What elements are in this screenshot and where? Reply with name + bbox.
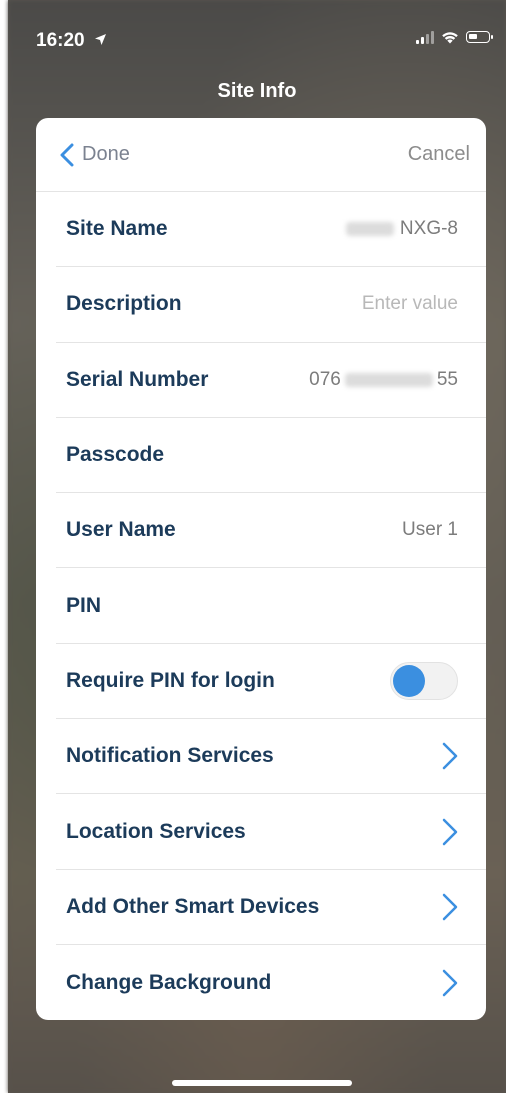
nav-row: Done Cancel [36, 118, 486, 192]
home-indicator[interactable] [172, 1080, 352, 1086]
description-label: Description [66, 292, 182, 316]
notification-services-label: Notification Services [66, 744, 274, 768]
screen-title: Site Info [217, 80, 297, 102]
chevron-right-icon [442, 818, 458, 845]
description-row[interactable]: Description Enter value [56, 267, 486, 343]
done-label: Done [82, 143, 130, 165]
location-services-label: Location Services [66, 819, 246, 843]
status-icons [416, 30, 493, 44]
user-name-label: User Name [66, 518, 176, 542]
site-name-value: NXG-8 [345, 218, 458, 240]
serial-prefix: 076 [309, 368, 341, 390]
battery-icon [466, 31, 493, 43]
status-bar: 16:20 [8, 0, 506, 70]
site-name-suffix: NXG-8 [399, 218, 458, 240]
notification-services-row[interactable]: Notification Services [56, 719, 486, 795]
time-text: 16:20 [36, 30, 85, 51]
pin-label: PIN [66, 593, 102, 617]
chevron-left-icon [60, 143, 74, 166]
require-pin-label: Require PIN for login [66, 668, 275, 692]
serial-number-value: 076 55 [309, 369, 458, 391]
chevron-right-icon [442, 969, 458, 996]
passcode-row[interactable]: Passcode [56, 418, 486, 494]
serial-number-row[interactable]: Serial Number 076 55 [56, 343, 486, 418]
add-other-smart-devices-label: Add Other Smart Devices [66, 894, 320, 918]
toggle-knob [393, 664, 425, 697]
change-background-row[interactable]: Change Background [56, 945, 486, 1020]
change-background-label: Change Background [66, 970, 272, 994]
edge-strip [0, 0, 8, 1093]
done-button[interactable]: Done [60, 143, 130, 167]
redacted-text [344, 372, 433, 387]
serial-number-label: Serial Number [66, 367, 209, 391]
passcode-label: Passcode [66, 443, 165, 467]
serial-suffix: 55 [436, 368, 458, 390]
cancel-button[interactable]: Cancel [408, 143, 470, 166]
location-services-row[interactable]: Location Services [56, 794, 486, 870]
description-input[interactable]: Enter value [362, 293, 458, 315]
user-name-row[interactable]: User Name User 1 [56, 493, 486, 569]
signal-icon [416, 30, 434, 44]
wifi-icon [442, 32, 458, 44]
pin-row[interactable]: PIN [56, 568, 486, 644]
status-time: 16:20 [36, 30, 107, 52]
add-other-smart-devices-row[interactable]: Add Other Smart Devices [56, 870, 486, 945]
require-pin-toggle[interactable] [390, 661, 458, 700]
location-arrow-icon [94, 33, 107, 50]
site-name-label: Site Name [66, 217, 168, 241]
site-name-row[interactable]: Site Name NXG-8 [56, 192, 486, 268]
user-name-value: User 1 [402, 519, 458, 541]
site-info-card: Done Cancel Site Name NXG-8 Description … [36, 118, 486, 1020]
chevron-right-icon [442, 742, 458, 770]
redacted-text [345, 222, 394, 237]
chevron-right-icon [442, 893, 458, 921]
require-pin-row: Require PIN for login [56, 644, 486, 720]
